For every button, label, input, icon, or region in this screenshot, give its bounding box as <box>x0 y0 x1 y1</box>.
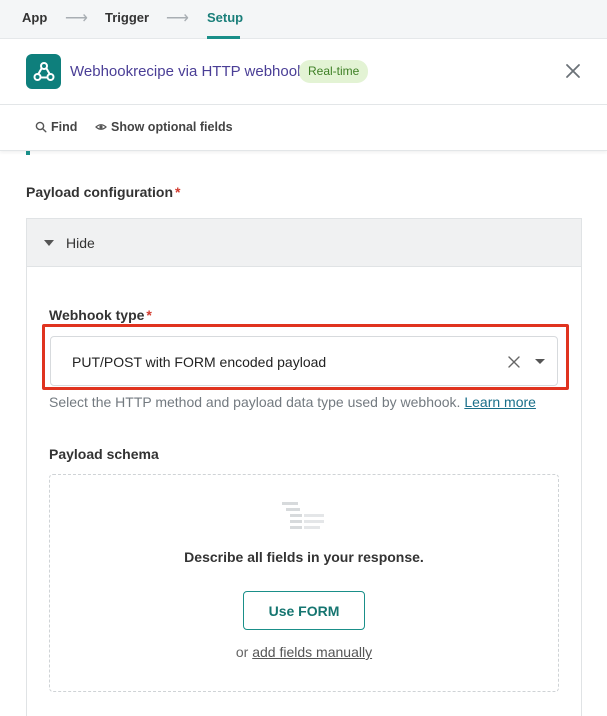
payload-schema-label: Payload schema <box>49 446 159 462</box>
hide-toggle[interactable]: Hide <box>27 219 581 267</box>
step-setup[interactable]: Setup <box>207 10 243 25</box>
or-text: or <box>235 644 249 660</box>
clear-icon[interactable] <box>507 355 521 369</box>
webhook-type-value: PUT/POST with FORM encoded payload <box>72 354 327 370</box>
add-fields-manually-link[interactable]: add fields manually <box>252 644 372 660</box>
required-mark: * <box>146 307 152 323</box>
hide-label: Hide <box>66 235 95 251</box>
webhook-type-label: Webhook type * <box>49 307 152 323</box>
caret-down-icon <box>44 240 54 246</box>
manual-fields-line: or add fields manually <box>50 644 558 660</box>
panel-header: Webhookrecipe via HTTP webhook Real-time <box>0 39 607 105</box>
use-form-button[interactable]: Use FORM <box>243 591 365 630</box>
eye-icon <box>95 124 107 130</box>
scroll-indicator <box>26 151 30 155</box>
find-label: Find <box>51 120 78 134</box>
close-icon[interactable] <box>563 61 583 81</box>
step-trigger[interactable]: Trigger <box>105 10 149 25</box>
help-text: Select the HTTP method and payload data … <box>49 394 461 410</box>
payload-configuration-label: Payload configuration * <box>26 184 180 200</box>
page-title: Webhookrecipe via HTTP webhook <box>70 63 305 80</box>
schema-description: Describe all fields in your response. <box>184 549 424 565</box>
find-button[interactable]: Find <box>35 120 77 134</box>
search-icon <box>35 121 47 133</box>
webhook-type-help: Select the HTTP method and payload data … <box>49 394 536 410</box>
chevron-down-icon[interactable] <box>535 359 545 364</box>
webhook-icon <box>26 54 61 89</box>
status-badge: Real-time <box>299 60 369 83</box>
schema-fields-icon <box>282 502 326 539</box>
payload-configuration-text: Payload configuration <box>26 184 174 200</box>
toolbar: Find Show optional fields <box>0 105 607 151</box>
webhook-type-text: Webhook type <box>49 307 145 323</box>
step-app[interactable]: App <box>22 10 47 25</box>
show-optional-fields-label: Show optional fields <box>111 120 233 134</box>
payload-schema-dropzone: Describe all fields in your response. Us… <box>49 474 559 692</box>
learn-more-link[interactable]: Learn more <box>464 394 536 410</box>
webhook-type-select[interactable]: PUT/POST with FORM encoded payload <box>50 336 558 386</box>
show-optional-fields-button[interactable]: Show optional fields <box>95 120 233 134</box>
arrow-right-icon: ⟶ <box>65 10 88 27</box>
required-mark: * <box>175 184 181 200</box>
step-navigation: App ⟶ Trigger ⟶ Setup <box>0 0 607 39</box>
arrow-right-icon: ⟶ <box>166 10 189 27</box>
